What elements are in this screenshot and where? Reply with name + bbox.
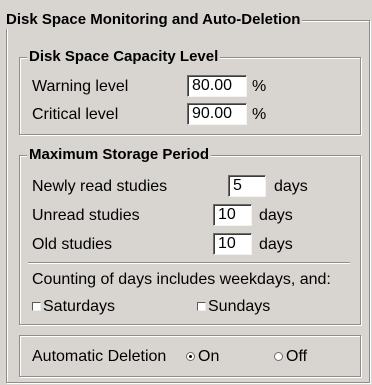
warning-level-input[interactable] [187,75,247,97]
auto-deletion-off-radio[interactable] [274,352,283,361]
unread-unit: days [259,207,293,224]
saturdays-checkbox[interactable] [32,302,41,311]
counting-days-text: Counting of days includes weekdays, and: [32,271,331,288]
storage-divider [28,262,350,264]
auto-deletion-on-radio[interactable] [186,352,195,361]
panel-title: Disk Space Monitoring and Auto-Deletion [4,11,303,29]
auto-deletion-off-label[interactable]: Off [286,347,307,367]
critical-level-unit: % [252,106,267,123]
warning-level-unit: % [252,78,267,95]
radio-selected-dot [189,355,192,358]
newly-read-label: Newly read studies [32,178,168,195]
newly-read-days-input[interactable] [228,175,266,197]
unread-label: Unread studies [32,207,140,224]
auto-deletion-on-label[interactable]: On [198,347,219,367]
old-studies-days-input[interactable] [213,233,252,255]
warning-level-label: Warning level [32,78,129,95]
old-studies-unit: days [259,236,293,253]
critical-level-input[interactable] [187,103,247,125]
old-studies-label: Old studies [32,236,113,253]
sundays-label[interactable]: Sundays [208,297,270,317]
saturdays-label[interactable]: Saturdays [43,297,115,317]
newly-read-unit: days [274,178,308,195]
auto-deletion-label: Automatic Deletion [32,348,167,365]
unread-days-input[interactable] [213,204,252,226]
capacity-group-title: Disk Space Capacity Level [27,48,221,66]
storage-group-title: Maximum Storage Period [27,146,212,164]
critical-level-label: Critical level [32,106,119,123]
sundays-checkbox[interactable] [197,302,206,311]
